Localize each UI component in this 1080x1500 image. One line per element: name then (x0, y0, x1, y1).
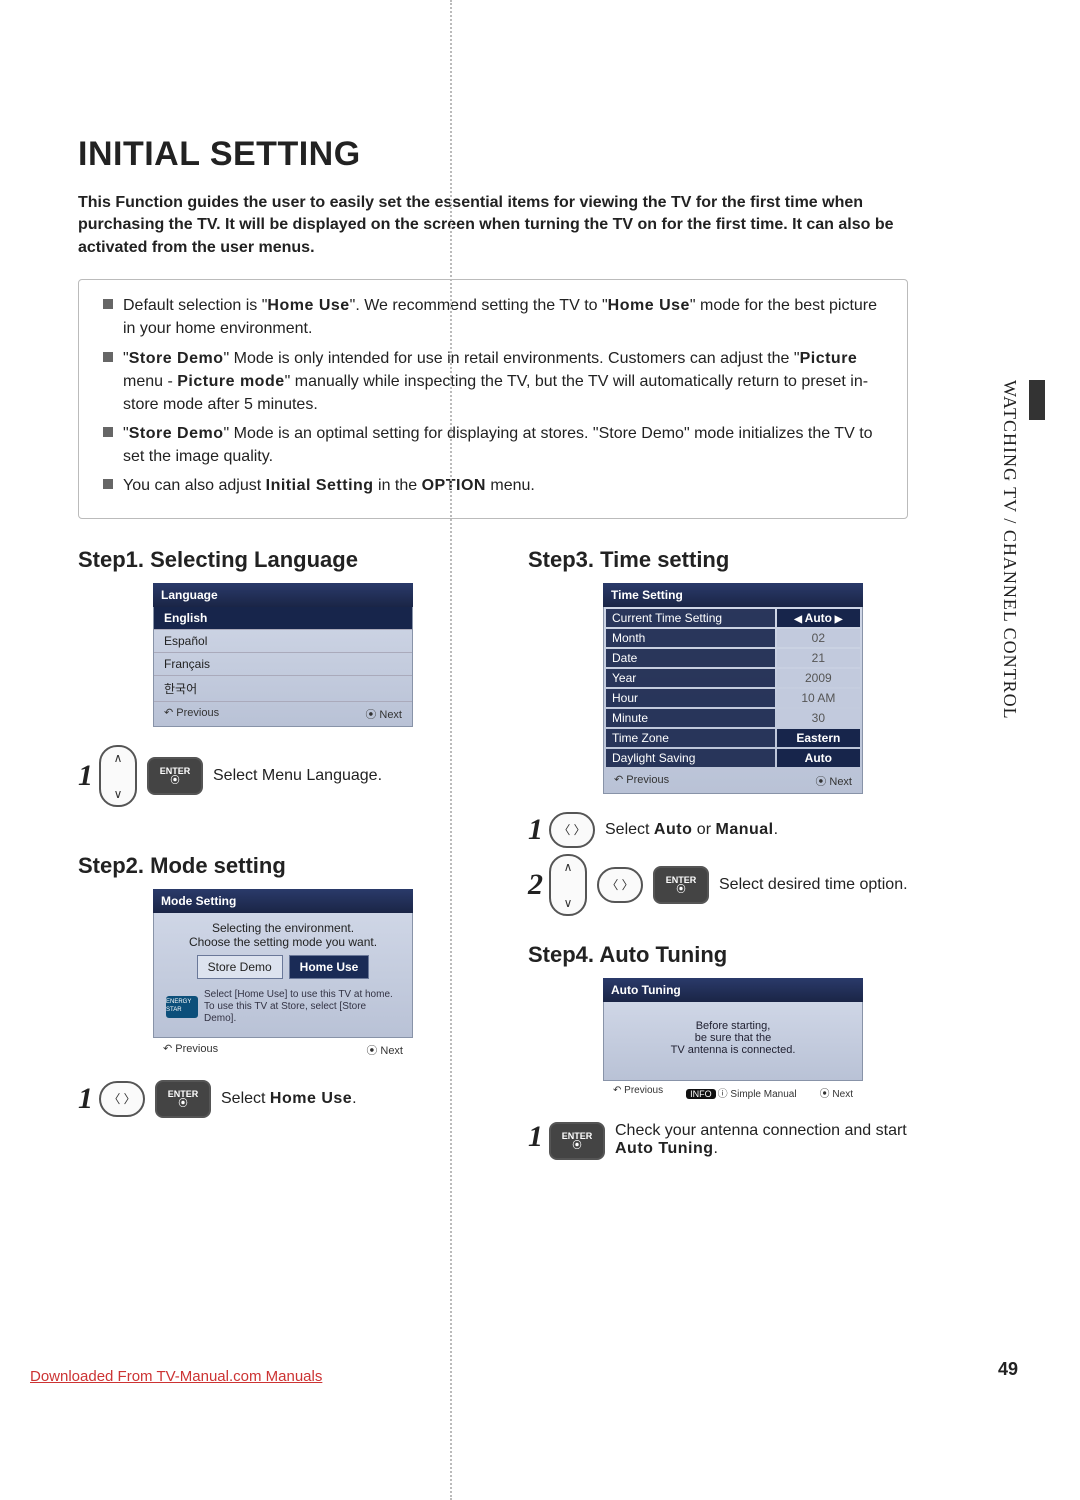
autotune-msg: TV antenna is connected. (614, 1044, 852, 1056)
step4-instruction: Check your antenna connection and start … (615, 1122, 907, 1158)
autotune-msg: be sure that the (614, 1032, 852, 1044)
step3-instruction-1: Select Auto or Manual. (605, 821, 778, 839)
note-box: Default selection is "Home Use". We reco… (78, 279, 908, 519)
intro-text: This Function guides the user to easily … (78, 192, 908, 259)
osd-time-setting: Time Setting Current Time Setting◀ Auto … (603, 583, 863, 794)
time-value[interactable]: Auto (777, 749, 860, 767)
osd-next[interactable]: Next (820, 1085, 853, 1100)
osd-previous[interactable]: Previous (614, 773, 669, 789)
bullet-icon (103, 427, 113, 437)
leftright-icon: 〈 〉 (99, 1081, 145, 1117)
enter-button-icon: ENTER⦿ (155, 1080, 211, 1118)
step2-heading: Step2. Mode setting (78, 853, 488, 879)
source-link[interactable]: Downloaded From TV-Manual.com Manuals (30, 1368, 322, 1385)
osd-title: Language (153, 583, 413, 607)
step4-heading: Step4. Auto Tuning (528, 942, 938, 968)
language-option-espanol[interactable]: Español (154, 630, 412, 653)
time-value[interactable]: 02 (777, 629, 860, 647)
step-number-1: 1 (78, 1084, 93, 1114)
osd-language: Language English Español Français 한국어 Pr… (153, 583, 413, 727)
osd-previous[interactable]: Previous (163, 1042, 218, 1058)
step3-instruction-2: Select desired time option. (719, 876, 908, 894)
bullet-icon (103, 479, 113, 489)
time-value[interactable]: 2009 (777, 669, 860, 687)
step3-heading: Step3. Time setting (528, 547, 938, 573)
osd-previous[interactable]: Previous (613, 1085, 663, 1100)
step-number-2: 2 (528, 870, 543, 900)
osd-mode-setting: Mode Setting Selecting the environment. … (153, 889, 413, 1062)
page-number: 49 (998, 1359, 1018, 1380)
note-2: "Store Demo" Mode is only intended for u… (123, 347, 889, 417)
thumb-index-notch (1029, 380, 1045, 420)
step1-heading: Step1. Selecting Language (78, 547, 488, 573)
note-4: You can also adjust Initial Setting in t… (123, 474, 535, 497)
steps-columns: Step1. Selecting Language Language Engli… (78, 547, 938, 1166)
time-setting-table: Current Time Setting◀ Auto ▶ Month02 Dat… (604, 607, 862, 769)
step-number-1: 1 (528, 815, 543, 845)
section-tab: WATCHING TV / CHANNEL CONTROL (999, 380, 1020, 720)
osd-next[interactable]: Next (366, 1042, 403, 1058)
step-number-1: 1 (528, 1122, 543, 1152)
time-value[interactable]: 10 AM (777, 689, 860, 707)
option-home-use[interactable]: Home Use (289, 955, 370, 979)
bullet-icon (103, 299, 113, 309)
leftright-icon: 〈 〉 (597, 867, 643, 903)
osd-title: Time Setting (603, 583, 863, 607)
time-value[interactable]: ◀ Auto ▶ (777, 609, 860, 627)
osd-auto-tuning: Auto Tuning Before starting, be sure tha… (603, 978, 863, 1104)
time-value[interactable]: 21 (777, 649, 860, 667)
option-store-demo[interactable]: Store Demo (197, 955, 283, 979)
mode-line1: Selecting the environment. (162, 921, 404, 935)
energy-star-icon: ENERGY STAR (166, 996, 198, 1018)
enter-button-icon: ENTER⦿ (549, 1122, 605, 1160)
language-option-francais[interactable]: Français (154, 653, 412, 676)
step-number-1: 1 (78, 761, 93, 791)
osd-next[interactable]: Next (815, 773, 852, 789)
osd-title: Auto Tuning (603, 978, 863, 1002)
enter-button-icon: ENTER⦿ (147, 757, 203, 795)
leftright-icon: 〈 〉 (549, 812, 595, 848)
updown-icon: ∧∨ (99, 745, 137, 807)
right-column: Step3. Time setting Time Setting Current… (528, 547, 938, 1166)
step1-instruction: Select Menu Language. (213, 767, 382, 785)
osd-previous[interactable]: Previous (164, 706, 219, 722)
note-3: "Store Demo" Mode is an optimal setting … (123, 422, 889, 468)
page-title: INITIAL SETTING (78, 135, 1010, 174)
time-value[interactable]: Eastern (777, 729, 860, 747)
osd-next[interactable]: Next (365, 706, 402, 722)
note-1: Default selection is "Home Use". We reco… (123, 294, 889, 340)
osd-info-simple[interactable]: INFOⓘ Simple Manual (686, 1085, 796, 1100)
left-column: Step1. Selecting Language Language Engli… (78, 547, 488, 1166)
mode-tiny-text: Select [Home Use] to use this TV at home… (204, 989, 400, 1025)
manual-page: WATCHING TV / CHANNEL CONTROL 49 Downloa… (0, 0, 1080, 1440)
osd-title: Mode Setting (153, 889, 413, 913)
bullet-icon (103, 352, 113, 362)
language-option-english[interactable]: English (154, 607, 412, 630)
mode-line2: Choose the setting mode you want. (162, 935, 404, 949)
updown-icon: ∧∨ (549, 854, 587, 916)
time-value[interactable]: 30 (777, 709, 860, 727)
enter-button-icon: ENTER⦿ (653, 866, 709, 904)
language-option-korean[interactable]: 한국어 (154, 676, 412, 702)
autotune-msg: Before starting, (614, 1020, 852, 1032)
step2-instruction: Select Home Use. (221, 1090, 357, 1108)
